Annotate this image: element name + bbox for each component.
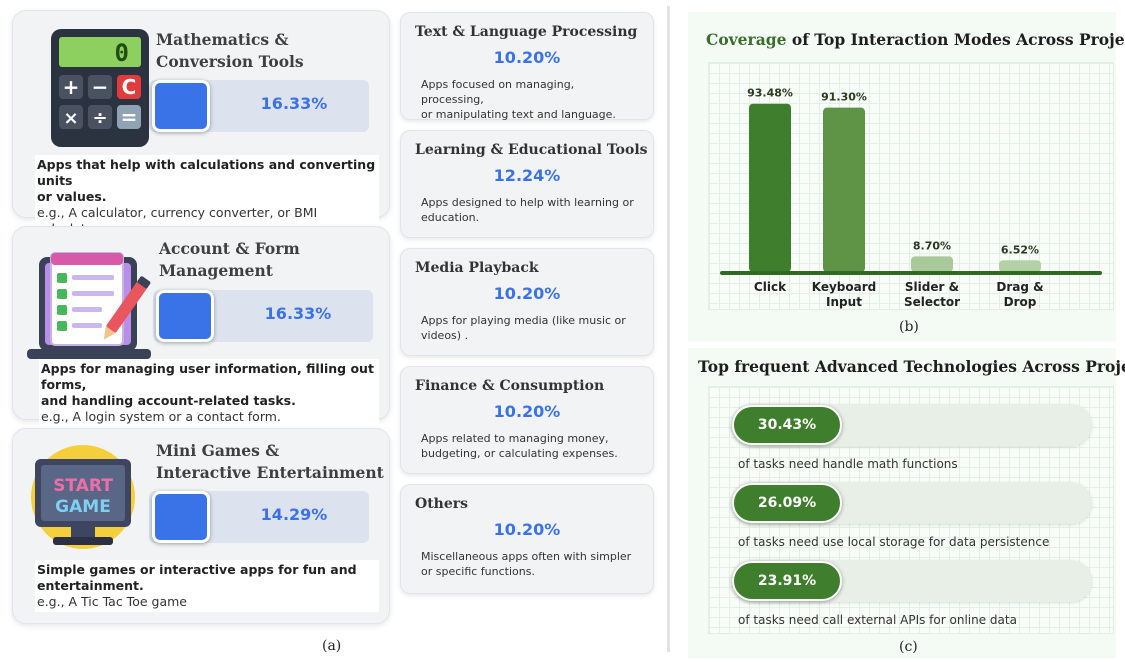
category-tick-label: Input	[826, 295, 862, 309]
bar-1	[823, 107, 865, 272]
bar-marker	[152, 80, 210, 132]
category-card-games: START GAME Mini Games & Interactive Ente…	[12, 428, 390, 624]
category-title: Mathematics & Conversion Tools	[156, 30, 304, 71]
tech-description: of tasks need use local storage for data…	[738, 535, 1050, 549]
category-card-text: Text & Language Processing 10.20% Apps f…	[400, 12, 654, 121]
panel-c-title: Top frequent Advanced Technologies Acros…	[698, 357, 1125, 376]
bar-0	[749, 103, 791, 273]
calc-key-minus: −	[92, 75, 109, 99]
game-monitor-icon: START GAME	[31, 445, 135, 549]
interaction-modes-bar-chart: 93.48% Click 91.30% KeyboardInput 8.70% Slide…	[720, 87, 1102, 309]
calc-key-clear: C	[122, 75, 137, 99]
tech-description: of tasks need handle math functions	[738, 457, 958, 471]
calc-key-divide: ÷	[92, 108, 107, 129]
category-tick-label: Keyboard	[812, 280, 877, 294]
bar-value-label: 6.52%	[1001, 243, 1039, 256]
bar-marker	[152, 491, 210, 543]
category-title: Learning & Educational Tools	[415, 142, 648, 158]
category-card-media: Media Playback 10.20% Apps for playing m…	[400, 248, 654, 356]
category-percent: 16.33%	[260, 94, 328, 113]
category-tick-label: Drop	[1004, 295, 1037, 309]
category-card-learning: Learning & Educational Tools 12.24% Apps…	[400, 130, 654, 238]
calc-key-plus: +	[63, 75, 80, 99]
category-title: Mini Games & Interactive Entertainment	[156, 441, 384, 482]
category-percent: 10.20%	[493, 520, 561, 539]
category-percent: 16.33%	[264, 304, 332, 323]
category-tick-label: Slider &	[905, 280, 959, 294]
category-card-others: Others 10.20% Miscellaneous apps often w…	[400, 484, 654, 594]
category-title: Text & Language Processing	[415, 24, 638, 40]
category-percent: 10.20%	[493, 402, 561, 421]
category-tick-label: Drag &	[996, 280, 1043, 294]
category-title: Finance & Consumption	[415, 378, 605, 394]
tech-value-pill: 30.43%	[732, 405, 842, 445]
calc-key-equals: =	[121, 105, 138, 129]
category-percent-bar: 16.33%	[153, 290, 373, 342]
calculator-icon: 0 + − C × ÷ =	[51, 29, 149, 147]
category-card-finance: Finance & Consumption 10.20% Apps relate…	[400, 366, 654, 474]
category-description: Apps for playing media (like music or vi…	[421, 314, 626, 342]
bar-marker	[156, 290, 214, 342]
bar-3	[999, 260, 1041, 272]
panel-b-title: Coverage of Top Interaction Modes Across…	[706, 30, 1125, 49]
category-description: Apps designed to help with learning or e…	[421, 196, 634, 224]
category-tick-label: Selector	[904, 295, 960, 309]
category-description: Apps focused on managing, processing, or…	[421, 78, 616, 121]
calc-display-text: 0	[115, 39, 129, 67]
category-card-account: Account & Form Management 16.33% Apps fo…	[12, 226, 390, 427]
bar-value-label: 8.70%	[913, 239, 951, 252]
category-tick-label: Click	[754, 280, 787, 294]
bar-value-label: 93.48%	[747, 87, 793, 100]
tech-description: of tasks need call external APIs for onl…	[738, 613, 1017, 627]
category-percent-bar: 14.29%	[149, 491, 369, 543]
category-description: Miscellaneous apps often with simpler or…	[421, 550, 632, 578]
category-percent: 14.29%	[260, 505, 328, 524]
panel-divider	[667, 6, 670, 652]
category-percent: 10.20%	[493, 284, 561, 303]
calc-key-multiply: ×	[63, 108, 78, 129]
tech-value-pill: 26.09%	[732, 483, 842, 523]
bar-2	[911, 256, 953, 272]
caption-a: (a)	[322, 638, 342, 654]
bar-value-label: 91.30%	[821, 91, 867, 104]
category-title: Media Playback	[415, 260, 539, 276]
category-card-math: 0 + − C × ÷ = Mathematics & Conversion T…	[12, 10, 390, 239]
caption-b: (b)	[899, 319, 919, 335]
category-percent: 10.20%	[493, 48, 561, 67]
category-title: Account & Form Management	[159, 239, 300, 280]
category-percent: 12.24%	[493, 166, 561, 185]
category-description: Apps for managing user information, fill…	[39, 359, 379, 427]
category-description: Apps related to managing money, budgetin…	[421, 432, 618, 460]
screen-start-text: START	[53, 476, 113, 496]
tech-value-pill: 23.91%	[732, 561, 842, 601]
category-percent-bar: 16.33%	[149, 80, 369, 132]
caption-c: (c)	[899, 639, 918, 655]
category-title: Others	[415, 496, 469, 512]
category-description: Simple games or interactive apps for fun…	[35, 560, 379, 612]
screen-game-text: GAME	[55, 497, 111, 517]
